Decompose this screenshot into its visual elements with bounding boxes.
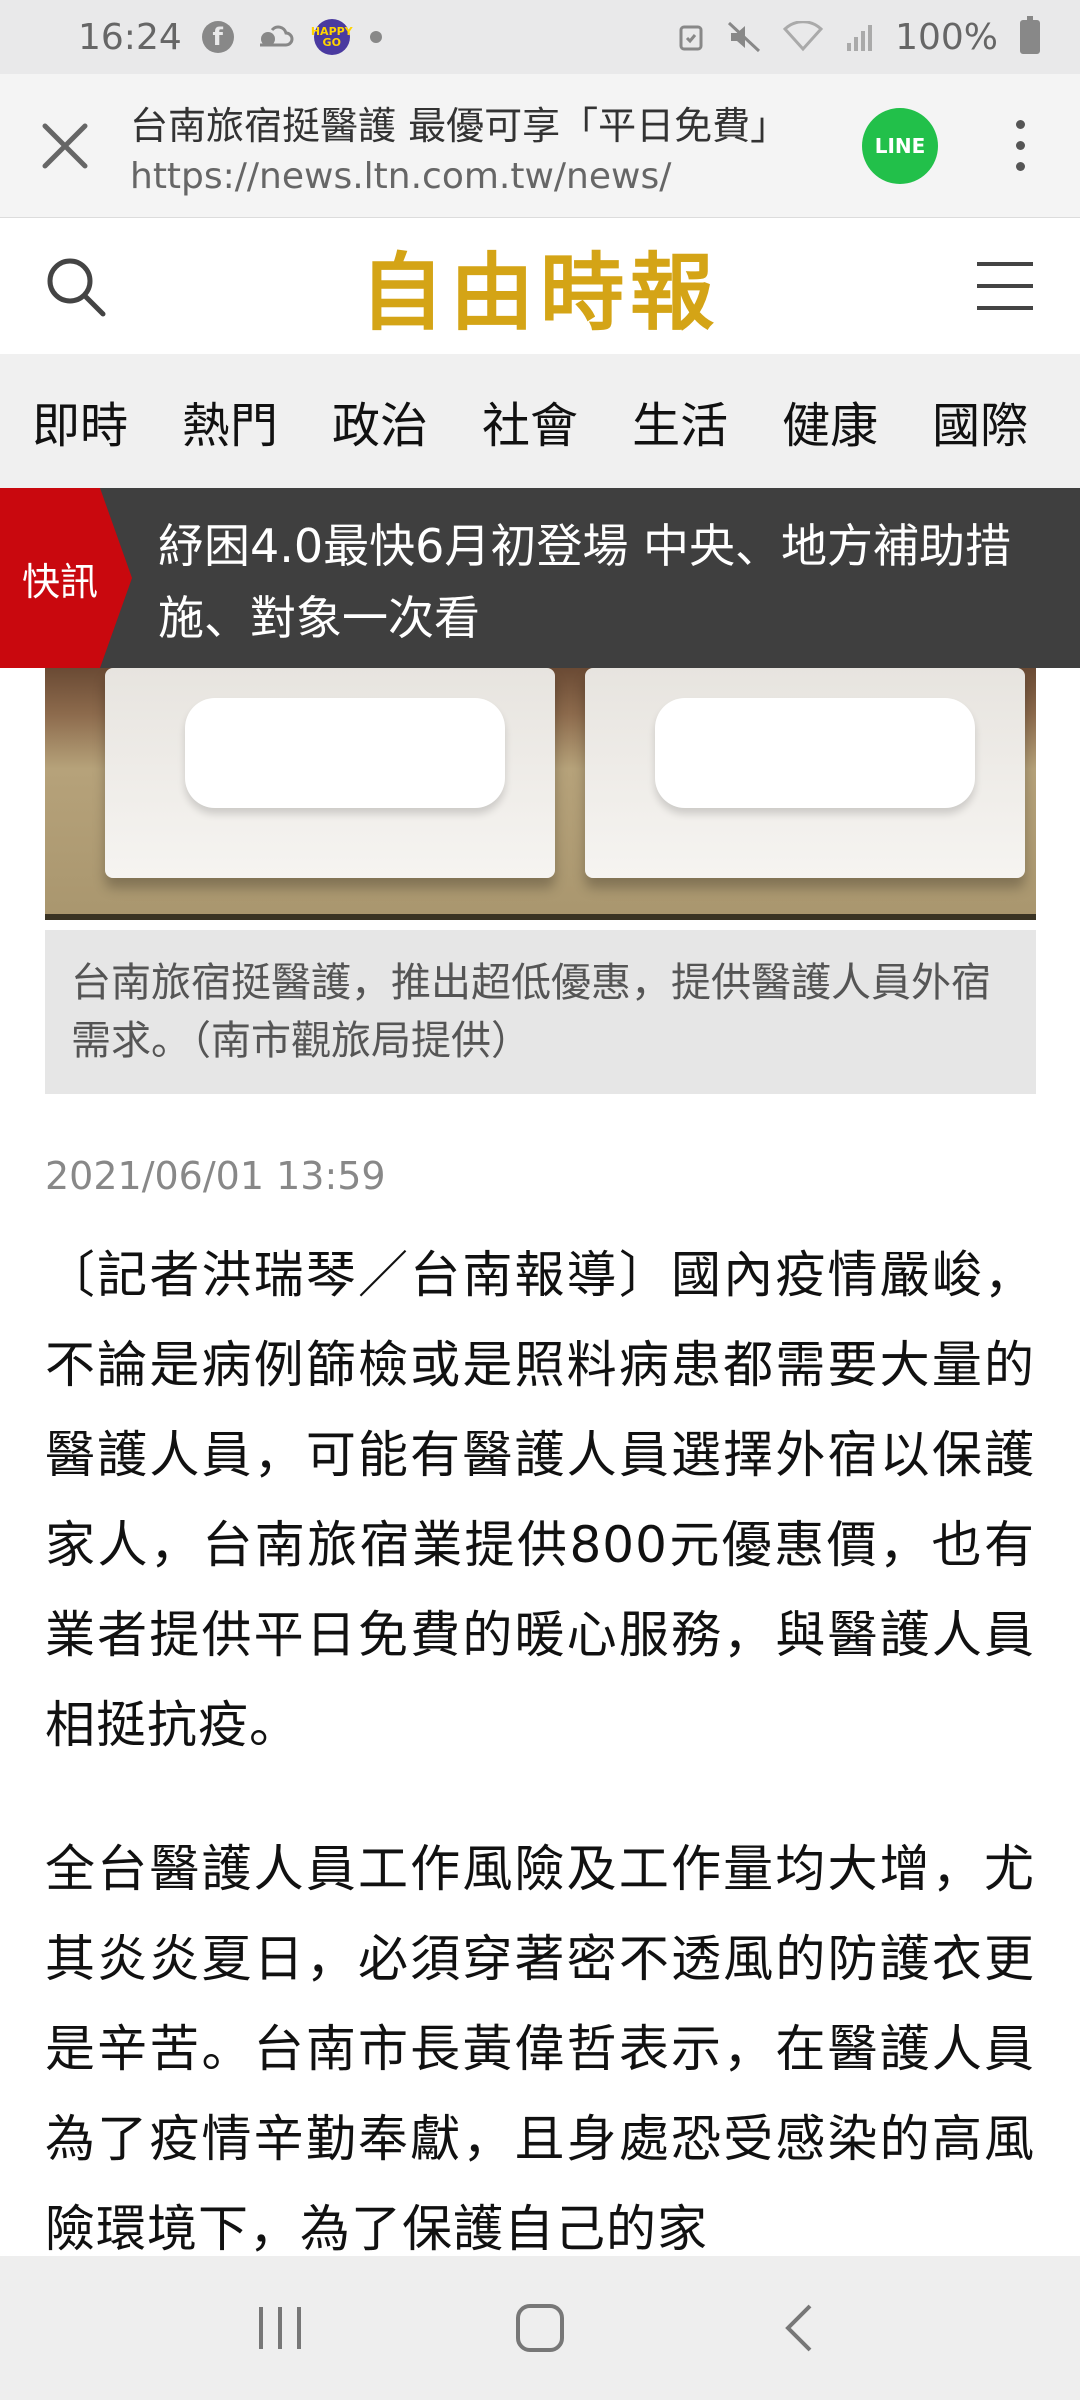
line-share-button[interactable]: LINE — [862, 107, 938, 184]
wifi-icon — [783, 21, 824, 53]
battery-percent: 100% — [895, 16, 998, 58]
more-options-icon — [1015, 120, 1025, 129]
article-paragraph: 全台醫護人員工作風險及工作量均大增，尤其炎炎夏日，必須穿著密不透風的防護衣更是辛… — [45, 1840, 1035, 2258]
category-tab-health[interactable]: 健康 — [782, 386, 878, 456]
category-tab-life[interactable]: 生活 — [632, 386, 728, 456]
image-caption: 台南旅宿挺醫護，推出超低優惠，提供醫護人員外宿需求。（南市觀旅局提供） — [45, 930, 1036, 1094]
breaking-news-tag: 快訊 — [0, 488, 132, 668]
search-button[interactable] — [0, 218, 150, 354]
site-logo[interactable]: 自由時報 — [150, 226, 930, 347]
pillow-left — [185, 698, 505, 808]
battery-icon — [1020, 16, 1040, 54]
category-tab-society[interactable]: 社會 — [482, 386, 578, 456]
back-icon — [785, 2304, 812, 2352]
alarm-icon — [677, 21, 705, 53]
status-bar: 16:24 f HAPPY GO 100% — [0, 0, 1080, 74]
home-icon — [516, 2304, 564, 2352]
category-tab-popular[interactable]: 熱門 — [182, 386, 278, 456]
recents-icon — [259, 2307, 301, 2349]
tab-title: 台南旅宿挺醫護 最優可享「平日免費」 — [130, 103, 789, 148]
recents-button[interactable] — [230, 2278, 330, 2378]
more-options-button[interactable] — [990, 74, 1050, 218]
close-tab-button[interactable] — [0, 74, 130, 218]
back-button[interactable] — [750, 2278, 850, 2378]
category-nav: 即時 熱門 政治 社會 生活 健康 國際 — [0, 354, 1080, 488]
pillow-right — [655, 698, 975, 808]
status-time: 16:24 — [78, 16, 182, 58]
tatami-edge — [45, 914, 1036, 920]
home-button[interactable] — [490, 2278, 590, 2378]
system-nav-bar — [0, 2256, 1080, 2400]
article-paragraph: 〔記者洪瑞琴／台南報導〕國內疫情嚴峻，不論是病例篩檢或是照料病患都需要大量的醫護… — [45, 1246, 1035, 1754]
happygo-icon: HAPPY GO — [311, 19, 353, 55]
tab-info: 台南旅宿挺醫護 最優可享「平日免費」 https://news.ltn.com.… — [130, 95, 862, 197]
breaking-news-text[interactable]: 紓困4.0最快6月初登場 中央、地方補助措施、對象一次看 — [158, 510, 1050, 654]
breaking-news-banner[interactable]: 快訊 紓困4.0最快6月初登場 中央、地方補助措施、對象一次看 — [0, 488, 1080, 668]
article-image — [45, 668, 1036, 920]
category-tab-politics[interactable]: 政治 — [332, 386, 428, 456]
facebook-icon: f — [201, 21, 234, 53]
site-header: 自由時報 — [0, 218, 1080, 354]
menu-button[interactable] — [930, 218, 1080, 354]
search-icon — [47, 258, 106, 317]
publish-date: 2021/06/01 13:59 — [45, 1154, 386, 1198]
notification-dot-icon — [369, 31, 382, 43]
category-tab-international[interactable]: 國際 — [932, 386, 1028, 456]
weather-icon — [254, 21, 294, 53]
signal-icon — [845, 21, 873, 53]
hamburger-menu-icon — [977, 262, 1033, 310]
close-icon — [42, 123, 88, 168]
category-tab-realtime[interactable]: 即時 — [32, 386, 128, 456]
tab-url[interactable]: https://news.ltn.com.tw/news/ — [130, 156, 810, 197]
mute-icon — [727, 21, 761, 53]
custom-tab-bar: 台南旅宿挺醫護 最優可享「平日免費」 https://news.ltn.com.… — [0, 74, 1080, 218]
